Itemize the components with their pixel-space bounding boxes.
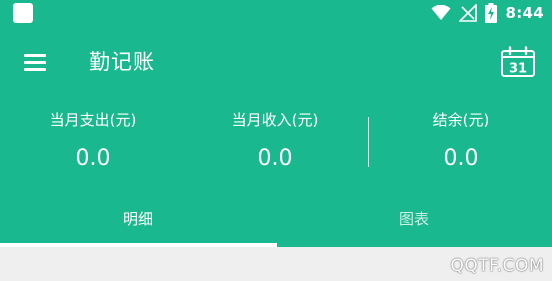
monthly-expense: 当月支出(元) 0.0	[18, 108, 168, 174]
calendar-icon: 31	[501, 46, 535, 77]
calendar-button[interactable]: 31	[500, 46, 536, 78]
income-label: 当月收入(元)	[231, 111, 319, 129]
expense-label: 当月支出(元)	[49, 111, 137, 129]
menu-icon-line	[24, 68, 46, 71]
summary-divider	[368, 117, 369, 167]
menu-button[interactable]	[22, 50, 48, 74]
status-icons: 8:44	[431, 2, 544, 24]
monthly-income: 当月收入(元) 0.0	[200, 108, 350, 174]
battery-charging-icon	[485, 3, 498, 23]
tab-chart[interactable]: 图表	[276, 200, 552, 244]
status-time: 8:44	[505, 4, 544, 22]
tab-detail[interactable]: 明细	[0, 200, 276, 244]
no-signal-icon	[459, 4, 478, 22]
menu-icon-line	[24, 61, 46, 64]
balance-value: 0.0	[443, 146, 479, 171]
balance-label: 结余(元)	[432, 111, 490, 129]
income-value: 0.0	[257, 146, 293, 171]
expense-value: 0.0	[75, 146, 111, 171]
wifi-icon	[431, 5, 451, 20]
app-title: 勤记账	[89, 50, 155, 74]
watermark: QQTF.COM	[450, 256, 544, 276]
calendar-day: 31	[509, 62, 527, 77]
menu-icon	[24, 54, 46, 57]
balance: 结余(元) 0.0	[386, 108, 536, 174]
status-bar: 8:44	[0, 0, 552, 28]
notification-square-icon	[13, 3, 33, 23]
app-screen: 8:44 勤记账 31 当月支出(元) 0.0 当月收入(元) 0.0 结余(元…	[0, 0, 552, 281]
